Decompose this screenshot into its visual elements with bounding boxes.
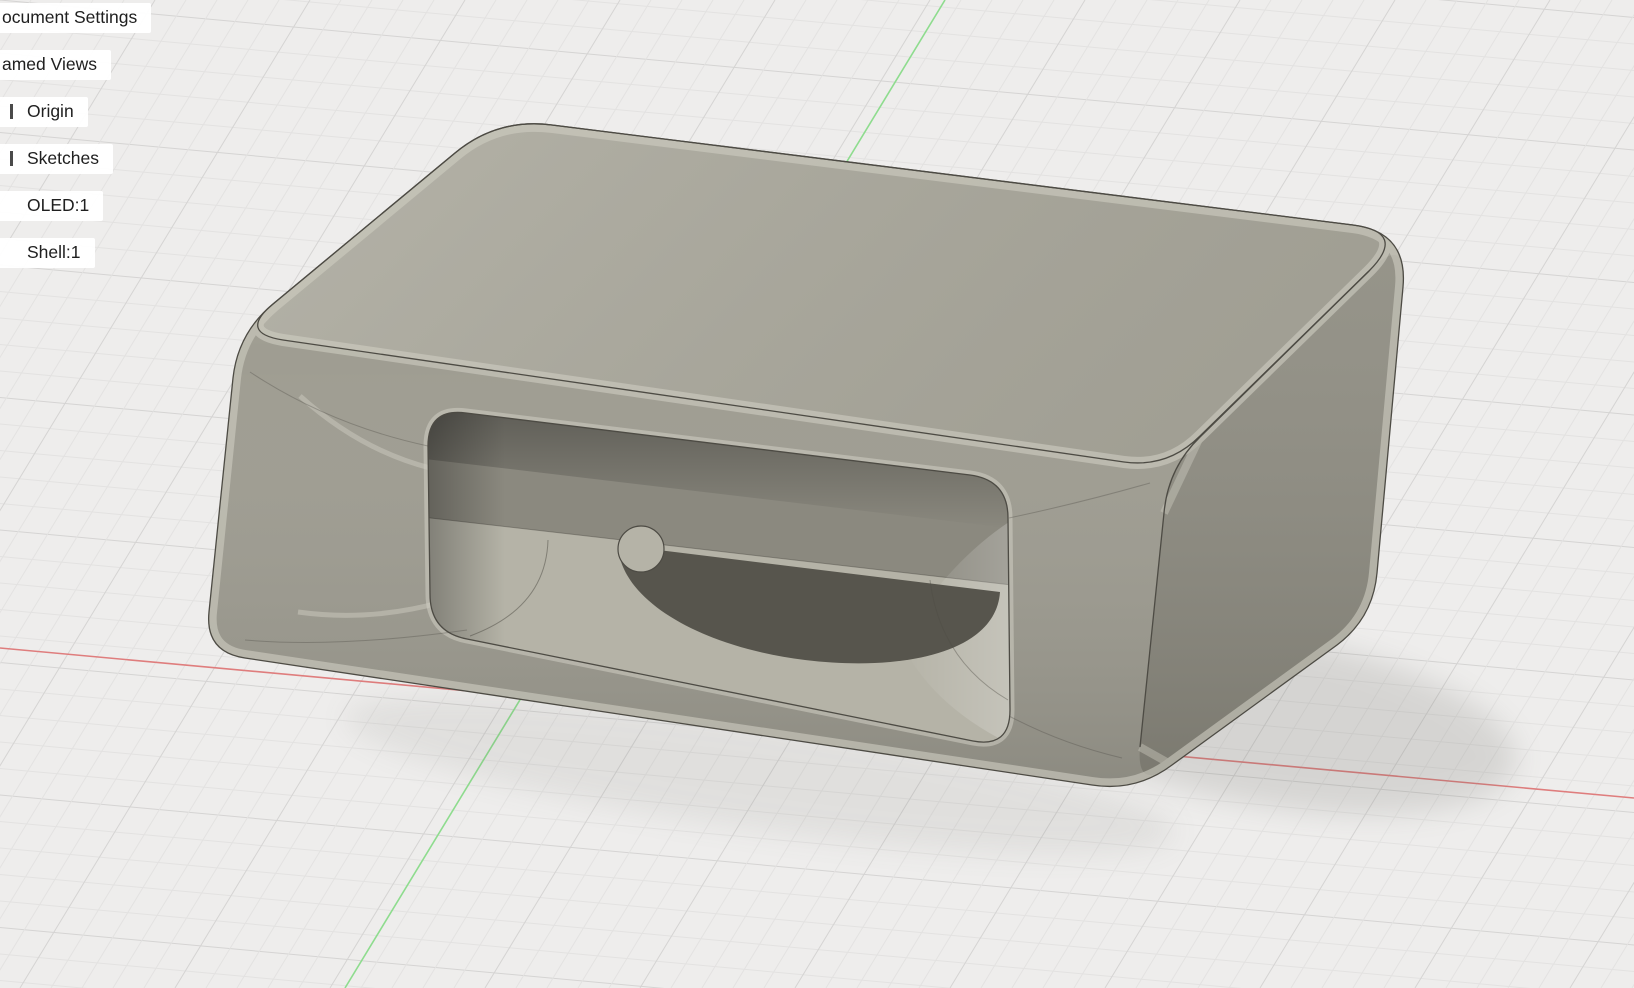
- browser-item-label: Shell:1: [27, 242, 81, 262]
- browser-item-amed-views[interactable]: amed Views: [0, 50, 112, 80]
- bar-icon: [10, 151, 13, 166]
- floor-tab: [617, 525, 665, 573]
- viewport-canvas[interactable]: [0, 0, 1634, 988]
- browser-item-label: OLED:1: [27, 195, 90, 215]
- browser-item-shell-1[interactable]: Shell:1: [0, 238, 95, 268]
- browser-item-oled-1[interactable]: OLED:1: [0, 191, 104, 221]
- bar-icon: [10, 104, 13, 119]
- browser-item-label: ocument Settings: [2, 7, 138, 27]
- browser-item-label: Sketches: [27, 148, 99, 168]
- browser-item-ocument-settings[interactable]: ocument Settings: [0, 3, 152, 33]
- application-window: ocument Settings amed Views Origin Sketches…: [0, 0, 1634, 988]
- browser-item-sketches[interactable]: Sketches: [0, 144, 113, 174]
- browser-item-origin[interactable]: Origin: [0, 97, 88, 127]
- browser-item-label: amed Views: [2, 54, 98, 74]
- browser-panel: ocument Settings amed Views Origin Sketches…: [0, 3, 152, 285]
- browser-item-label: Origin: [27, 101, 74, 121]
